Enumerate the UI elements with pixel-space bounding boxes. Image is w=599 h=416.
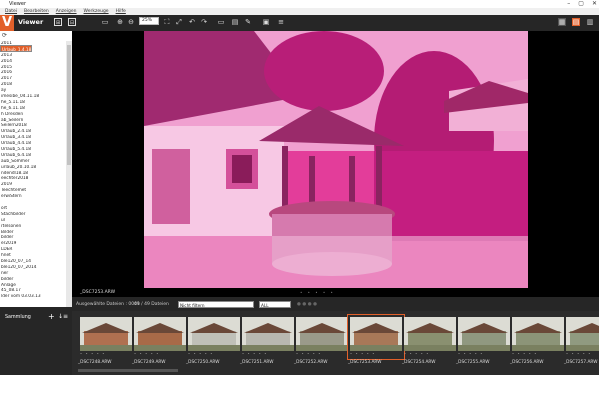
thumbnail-name: _DSC7253.ARW <box>348 360 382 365</box>
thumbnail-rating[interactable]: • • • • • <box>296 352 348 356</box>
thumbnail-image <box>188 317 240 351</box>
thumbnail[interactable]: • • • • • _DSC7251.ARW <box>240 317 294 365</box>
zoom-in-icon[interactable]: ⊕ <box>116 18 124 26</box>
thumbnail-name: _DSC7249.ARW <box>132 360 166 365</box>
edit-icon[interactable]: ✎ <box>244 18 252 26</box>
sort-collection-button[interactable]: ↓≡ <box>58 313 68 320</box>
menu-werkzeuge[interactable]: Werkzeuge <box>84 9 109 14</box>
zoom-out-icon[interactable]: ⊖ <box>127 18 135 26</box>
single-view-icon[interactable]: ▥ <box>586 18 594 26</box>
thumbnail-rating[interactable]: • • • • • <box>80 352 132 356</box>
filter-select[interactable]: Nicht filtern <box>178 301 254 308</box>
viewer-mode-icon[interactable]: ▤ <box>572 18 580 26</box>
thumbnail-rating[interactable]: • • • • • <box>566 352 599 356</box>
thumbnail-name: _DSC7256.ARW <box>510 360 544 365</box>
image-rating-dots[interactable]: • • • • • <box>300 290 335 295</box>
maximize-button[interactable]: ▢ <box>578 0 584 7</box>
thumbnail-image <box>566 317 599 351</box>
selected-count: Ausgewählte Dateien : 0001 <box>76 302 140 307</box>
thumbnail-name: _DSC7250.ARW <box>186 360 220 365</box>
thumbnail-name: _DSC7257.ARW <box>564 360 598 365</box>
fit-icon[interactable]: ▭ <box>101 18 109 26</box>
export-icon[interactable]: ⊟ <box>68 18 76 26</box>
thumbnail-name: _DSC7251.ARW <box>240 360 274 365</box>
fullscreen-icon[interactable]: ⛶ <box>163 18 171 26</box>
actual-size-icon[interactable]: ⤢ <box>175 18 183 26</box>
thumbnail-name: _DSC7255.ARW <box>456 360 490 365</box>
import-icon[interactable]: ⊞ <box>54 18 62 26</box>
thumbnail[interactable]: • • • • • _DSC7254.ARW <box>402 317 456 365</box>
thumbnail-image <box>296 317 348 351</box>
rotate-left-icon[interactable]: ↶ <box>188 18 196 26</box>
add-collection-button[interactable]: + <box>48 312 55 321</box>
folder-item[interactable]: lder vom 03.03.13 <box>0 294 66 300</box>
nav-dots-icon[interactable]: ● ● ● ● <box>297 302 317 307</box>
app-title: Viewer <box>18 18 44 26</box>
film-strip: • • • • • _DSC7248.ARW • • • • • _DSC7249.A… <box>72 311 599 375</box>
toolbar <box>0 15 599 31</box>
folder-scrollbar-thumb[interactable] <box>67 45 71 165</box>
collection-label: Sammlung <box>5 315 31 320</box>
close-button[interactable]: ✕ <box>592 0 597 7</box>
settings-icon[interactable]: ≡ <box>277 18 285 26</box>
thumbnail-name: _DSC7252.ARW <box>294 360 328 365</box>
thumbnail-image <box>458 317 510 351</box>
folder-list: 20112012201320142015201620172018ayimesib… <box>0 41 66 307</box>
thumbnail[interactable]: • • • • • _DSC7248.ARW <box>78 317 132 365</box>
window-controls: – ▢ ✕ <box>567 0 597 7</box>
thumbnail-rating[interactable]: • • • • • <box>404 352 456 356</box>
thumbnail-rating[interactable]: • • • • • <box>188 352 240 356</box>
file-count: 49 / 49 Dateien <box>134 302 169 307</box>
all-select[interactable]: ALL <box>259 301 291 308</box>
main-photo <box>144 31 528 288</box>
thumbnail-image <box>242 317 294 351</box>
collection-panel: Sammlung + ↓≡ <box>0 307 72 375</box>
zoom-select[interactable]: 25% <box>139 17 159 25</box>
compare-icon[interactable]: ▭ <box>217 18 225 26</box>
thumbnail-rating[interactable]: • • • • • <box>134 352 186 356</box>
refresh-icon[interactable]: ⟳ <box>2 32 7 39</box>
thumbnail-image <box>80 317 132 351</box>
thumbnail[interactable]: • • • • • _DSC7257.ARW <box>564 317 599 365</box>
filter-bar: Ausgewählte Dateien : 0001 49 / 49 Datei… <box>72 297 599 311</box>
thumbnail-image <box>512 317 564 351</box>
thumbnail-name: _DSC7248.ARW <box>78 360 112 365</box>
thumbnail-image <box>350 317 402 351</box>
thumbnail-rating[interactable]: • • • • • <box>458 352 510 356</box>
thumbnail-rating[interactable]: • • • • • <box>242 352 294 356</box>
menu-anzeigen[interactable]: Anzeigen <box>56 9 77 14</box>
menu-bearbeiten[interactable]: Bearbeiten <box>24 9 49 14</box>
window-titlebar: Viewer – ▢ ✕ <box>0 0 599 8</box>
rotate-right-icon[interactable]: ↷ <box>200 18 208 26</box>
app-logo: V <box>0 15 14 31</box>
minimize-button[interactable]: – <box>567 0 570 7</box>
thumbnail[interactable]: • • • • • _DSC7252.ARW <box>294 317 348 365</box>
image-icon[interactable]: ▣ <box>262 18 270 26</box>
window-title: Viewer <box>9 1 26 7</box>
thumbnail-rating[interactable]: • • • • • <box>512 352 564 356</box>
thumbnail-image <box>404 317 456 351</box>
thumbnail-rating[interactable]: • • • • • <box>350 352 402 356</box>
thumbnail[interactable]: • • • • • _DSC7256.ARW <box>510 317 564 365</box>
menu-bar: Datei Bearbeiten Anzeigen Werkzeuge Hilf… <box>0 8 599 15</box>
menu-datei[interactable]: Datei <box>5 9 17 14</box>
filmstrip-scrollbar[interactable] <box>78 369 178 372</box>
thumbnail[interactable]: • • • • • _DSC7255.ARW <box>456 317 510 365</box>
image-filename: _DSC7253.ARW <box>80 290 116 295</box>
info-icon[interactable]: ▤ <box>231 18 239 26</box>
folder-item[interactable]: Urlaub_1.4.18 <box>0 45 33 52</box>
thumbnail-name: _DSC7254.ARW <box>402 360 436 365</box>
empty-area <box>0 375 599 416</box>
menu-hilfe[interactable]: Hilfe <box>116 9 126 14</box>
thumbnail-image <box>134 317 186 351</box>
grid-view-icon[interactable]: ▦ <box>558 18 566 26</box>
folder-panel: ⟳ 20112012201320142015201620172018ayimes… <box>0 31 72 307</box>
thumbnail[interactable]: • • • • • _DSC7253.ARW <box>347 314 405 365</box>
thumbnail[interactable]: • • • • • _DSC7249.ARW <box>132 317 186 365</box>
thumbnail[interactable]: • • • • • _DSC7250.ARW <box>186 317 240 365</box>
image-viewer[interactable]: _DSC7253.ARW • • • • • <box>72 31 599 297</box>
